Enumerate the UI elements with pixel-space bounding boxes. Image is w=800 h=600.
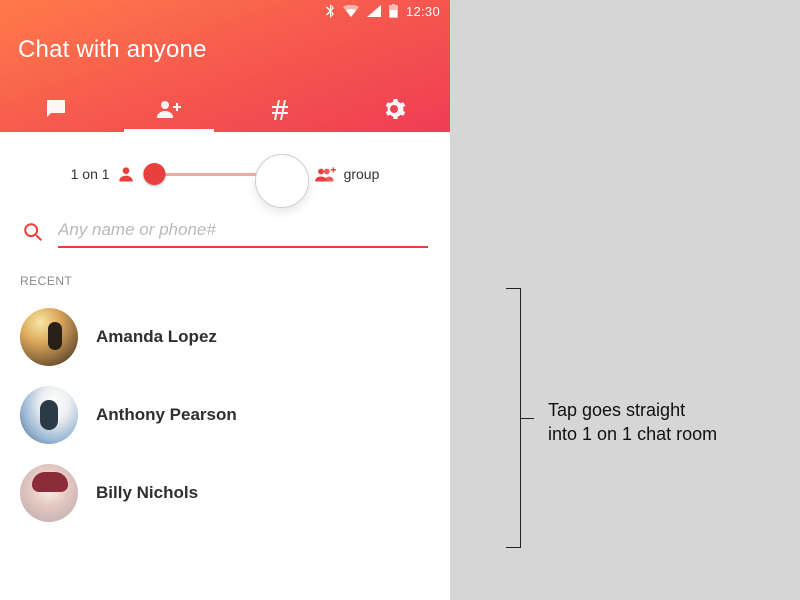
slider-left-end: 1 on 1	[71, 164, 136, 184]
tab-add-contact[interactable]	[113, 86, 226, 132]
app-header: 12:30 Chat with anyone	[0, 0, 450, 132]
touch-indicator	[255, 154, 309, 208]
search-icon	[22, 221, 44, 243]
annotation-line2: into 1 on 1 chat room	[548, 424, 717, 444]
hash-icon	[269, 97, 293, 121]
annotation-bracket	[506, 288, 526, 548]
gear-icon	[382, 97, 406, 121]
tab-settings[interactable]	[338, 86, 451, 132]
slider-left-label: 1 on 1	[71, 166, 110, 182]
annotation-text: Tap goes straight into 1 on 1 chat room	[548, 398, 717, 447]
annotation-line1: Tap goes straight	[548, 400, 685, 420]
avatar	[20, 308, 78, 366]
contact-row[interactable]: Anthony Pearson	[0, 376, 450, 454]
avatar	[20, 464, 78, 522]
bluetooth-icon	[325, 4, 335, 18]
person-icon	[116, 164, 136, 184]
wifi-icon	[343, 5, 359, 17]
chat-type-slider-row: 1 on 1 group	[0, 150, 450, 198]
page-title: Chat with anyone	[0, 22, 450, 86]
content-area: 1 on 1 group RECENT Amanda Lopez Anthony…	[0, 132, 450, 600]
group-add-icon	[314, 164, 338, 184]
search-row	[0, 198, 450, 248]
tab-channels[interactable]	[225, 86, 338, 132]
recent-section-label: RECENT	[0, 248, 450, 298]
cell-signal-icon	[367, 5, 381, 17]
tab-bar	[0, 86, 450, 132]
avatar	[20, 386, 78, 444]
slider-right-label: group	[344, 166, 380, 182]
tab-messages[interactable]	[0, 86, 113, 132]
annotation-panel: Tap goes straight into 1 on 1 chat room	[450, 0, 800, 600]
person-add-icon	[156, 97, 182, 121]
contact-row[interactable]: Billy Nichols	[0, 454, 450, 532]
battery-icon	[389, 4, 398, 18]
search-input[interactable]	[58, 216, 428, 248]
status-bar: 12:30	[0, 0, 450, 22]
status-time: 12:30	[406, 4, 440, 19]
contact-name: Amanda Lopez	[96, 327, 217, 347]
slider-right-end: group	[314, 164, 380, 184]
contact-row[interactable]: Amanda Lopez	[0, 298, 450, 376]
slider-knob[interactable]	[143, 163, 165, 185]
phone-frame: 12:30 Chat with anyone 1 on 1	[0, 0, 450, 600]
chat-icon	[44, 97, 68, 121]
contact-name: Anthony Pearson	[96, 405, 237, 425]
contact-name: Billy Nichols	[96, 483, 198, 503]
